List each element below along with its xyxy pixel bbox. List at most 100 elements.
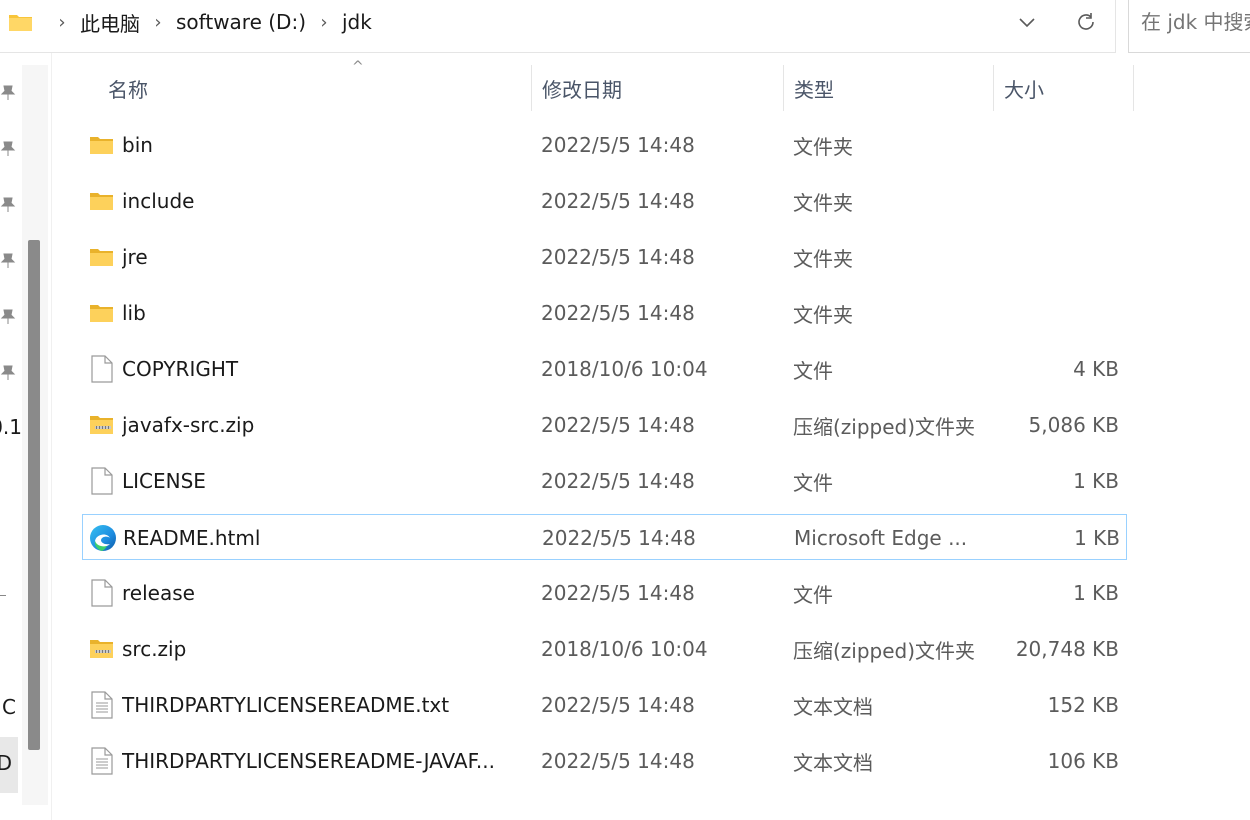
divider bbox=[0, 595, 6, 596]
file-icon bbox=[87, 458, 117, 504]
file-size bbox=[982, 290, 1119, 336]
folder-icon bbox=[87, 290, 117, 336]
file-name: src.zip bbox=[122, 637, 187, 661]
search-box[interactable] bbox=[1128, 0, 1250, 53]
file-row[interactable]: include 2022/5/5 14:48 文件夹 bbox=[82, 178, 1127, 224]
pin-icon[interactable] bbox=[0, 141, 16, 157]
file-name: COPYRIGHT bbox=[122, 357, 239, 381]
file-modified-date: 2018/10/6 10:04 bbox=[541, 357, 708, 381]
file-row[interactable]: README.html 2022/5/5 14:48 Microsoft Edge … bbox=[82, 514, 1127, 560]
column-headers: 名称 ^ 修改日期 类型 大小 bbox=[54, 59, 1134, 111]
breadcrumb-jdk[interactable]: jdk bbox=[338, 10, 376, 34]
file-type: 文本文档 bbox=[793, 750, 873, 775]
file-size bbox=[982, 178, 1119, 224]
breadcrumb: › 此电脑 › software (D:) › jdk bbox=[8, 8, 376, 36]
file-modified-date: 2022/5/5 14:48 bbox=[541, 581, 695, 605]
file-type: 文件 bbox=[793, 358, 833, 383]
pin-icon[interactable] bbox=[0, 85, 16, 101]
file-name: lib bbox=[122, 301, 146, 325]
zip-folder-icon bbox=[87, 626, 117, 672]
file-name: release bbox=[122, 581, 195, 605]
file-name: THIRDPARTYLICENSEREADME-JAVAF... bbox=[122, 749, 495, 773]
file-row[interactable]: COPYRIGHT 2018/10/6 10:04 文件 4 KB bbox=[82, 346, 1127, 392]
file-type: 文件夹 bbox=[793, 134, 853, 159]
text-file-icon bbox=[87, 738, 117, 784]
search-input[interactable] bbox=[1141, 10, 1250, 34]
file-list[interactable]: 名称 ^ 修改日期 类型 大小 bin 2022/5/5 14:48 文件夹 incl… bbox=[54, 53, 1250, 820]
file-row[interactable]: release 2022/5/5 14:48 文件 1 KB bbox=[82, 570, 1127, 616]
file-size: 1 KB bbox=[1074, 526, 1120, 550]
file-modified-date: 2022/5/5 14:48 bbox=[541, 301, 695, 325]
column-header-size[interactable]: 大小 bbox=[994, 65, 1134, 111]
pin-icon[interactable] bbox=[0, 309, 16, 325]
file-type: 文件夹 bbox=[793, 190, 853, 215]
file-type: 文件夹 bbox=[793, 302, 853, 327]
folder-icon bbox=[87, 178, 117, 224]
file-type: Microsoft Edge ... bbox=[794, 526, 968, 550]
file-modified-date: 2022/5/5 14:48 bbox=[541, 693, 695, 717]
file-modified-date: 2022/5/5 14:48 bbox=[541, 413, 695, 437]
file-modified-date: 2022/5/5 14:48 bbox=[542, 526, 696, 550]
file-name: LICENSE bbox=[122, 469, 206, 493]
file-type: 文件 bbox=[793, 582, 833, 607]
folder-icon bbox=[87, 122, 117, 168]
zip-folder-icon bbox=[87, 402, 117, 448]
file-type: 文本文档 bbox=[793, 694, 873, 719]
nav-scrollbar-thumb[interactable] bbox=[28, 240, 40, 750]
file-size bbox=[982, 122, 1119, 168]
file-row[interactable]: THIRDPARTYLICENSEREADME-JAVAF... 2022/5/5… bbox=[82, 738, 1127, 784]
file-name: bin bbox=[122, 133, 153, 157]
column-header-modified[interactable]: 修改日期 bbox=[532, 65, 784, 111]
sort-ascending-icon: ^ bbox=[352, 59, 364, 75]
file-name: javafx-src.zip bbox=[122, 413, 255, 437]
file-modified-date: 2022/5/5 14:48 bbox=[541, 749, 695, 773]
file-type: 压缩(zipped)文件夹 bbox=[793, 638, 976, 663]
column-header-name[interactable]: 名称 ^ bbox=[98, 59, 532, 111]
address-bar[interactable]: › 此电脑 › software (D:) › jdk bbox=[0, 0, 1116, 53]
column-header-type[interactable]: 类型 bbox=[784, 65, 994, 111]
chevron-down-icon bbox=[1019, 18, 1035, 28]
refresh-button[interactable] bbox=[1068, 4, 1104, 40]
file-name: README.html bbox=[123, 526, 261, 550]
address-history-dropdown-button[interactable] bbox=[1010, 6, 1044, 38]
chevron-right-icon: › bbox=[320, 11, 328, 33]
file-size: 5,086 KB bbox=[1028, 413, 1119, 437]
navigation-pane[interactable]: 0.1 C:) D:) bbox=[0, 53, 52, 820]
file-type: 文件夹 bbox=[793, 246, 853, 271]
text-file-icon bbox=[87, 682, 117, 728]
chevron-right-icon: › bbox=[154, 11, 162, 33]
file-size: 4 KB bbox=[1073, 357, 1119, 381]
pin-icon[interactable] bbox=[0, 365, 16, 381]
chevron-right-icon: › bbox=[58, 11, 66, 33]
file-size: 106 KB bbox=[1047, 749, 1119, 773]
breadcrumb-drive-d[interactable]: software (D:) bbox=[172, 10, 310, 34]
file-type: 文件 bbox=[793, 470, 833, 495]
file-row[interactable]: LICENSE 2022/5/5 14:48 文件 1 KB bbox=[82, 458, 1127, 504]
file-row[interactable]: javafx-src.zip 2022/5/5 14:48 压缩(zipped)文件… bbox=[82, 402, 1127, 448]
pin-icon[interactable] bbox=[0, 197, 16, 213]
file-icon bbox=[87, 346, 117, 392]
file-row[interactable]: bin 2022/5/5 14:48 文件夹 bbox=[82, 122, 1127, 168]
file-size: 1 KB bbox=[1073, 469, 1119, 493]
file-name: THIRDPARTYLICENSEREADME.txt bbox=[122, 693, 450, 717]
file-type: 压缩(zipped)文件夹 bbox=[793, 414, 976, 439]
file-row[interactable]: THIRDPARTYLICENSEREADME.txt 2022/5/5 14:4… bbox=[82, 682, 1127, 728]
nav-item-drive-c-label[interactable]: C:) bbox=[0, 695, 16, 719]
file-row[interactable]: src.zip 2018/10/6 10:04 压缩(zipped)文件夹 20,74… bbox=[82, 626, 1127, 672]
file-modified-date: 2022/5/5 14:48 bbox=[541, 469, 695, 493]
file-size bbox=[982, 234, 1119, 280]
column-divider[interactable] bbox=[1133, 65, 1134, 111]
refresh-icon bbox=[1078, 13, 1094, 30]
file-row[interactable]: lib 2022/5/5 14:48 文件夹 bbox=[82, 290, 1127, 336]
file-name: jre bbox=[122, 245, 148, 269]
pin-icon[interactable] bbox=[0, 253, 16, 269]
file-modified-date: 2022/5/5 14:48 bbox=[541, 245, 695, 269]
nav-item-label[interactable]: 0.1 bbox=[0, 415, 22, 439]
nav-item-drive-d-label[interactable]: D:) bbox=[0, 751, 12, 775]
file-row[interactable]: jre 2022/5/5 14:48 文件夹 bbox=[82, 234, 1127, 280]
breadcrumb-this-pc[interactable]: 此电脑 bbox=[76, 8, 144, 37]
file-icon bbox=[87, 570, 117, 616]
edge-icon bbox=[88, 515, 118, 561]
file-name: include bbox=[122, 189, 195, 213]
file-modified-date: 2022/5/5 14:48 bbox=[541, 133, 695, 157]
